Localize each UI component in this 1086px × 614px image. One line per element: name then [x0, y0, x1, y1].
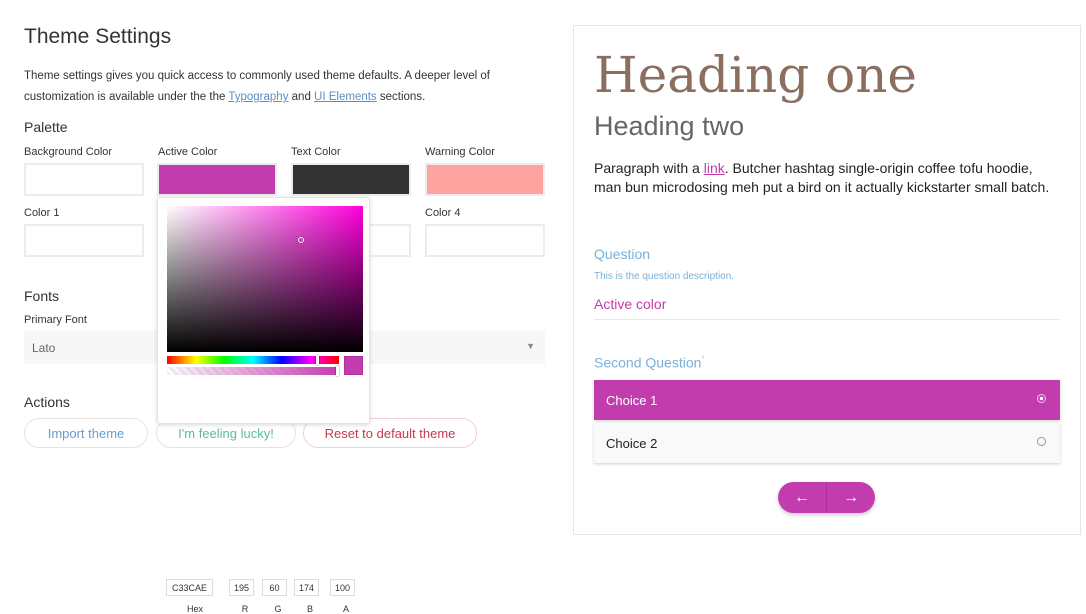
color-4-swatch[interactable]	[425, 224, 545, 257]
swatch-label: Active Color	[158, 146, 218, 158]
fonts-heading: Fonts	[24, 288, 60, 304]
palette-heading: Palette	[24, 119, 68, 135]
r-label: R	[241, 604, 249, 614]
preview-paragraph: Paragraph with a link. Butcher hashtag s…	[594, 159, 1054, 197]
active-color-swatch[interactable]	[157, 163, 277, 196]
second-question-title: Second Question*	[594, 354, 705, 371]
swatch-label: Warning Color	[425, 146, 495, 158]
swatch-label: Text Color	[291, 146, 341, 158]
question-description: This is the question description.	[594, 271, 735, 282]
choice-label: Choice 1	[606, 393, 658, 408]
radio-unselected-icon[interactable]	[1037, 437, 1046, 446]
color-picker-popover: C33CAE 195 60 174 100 Hex R G B A	[157, 197, 370, 614]
paragraph-link[interactable]: link	[704, 160, 725, 176]
alpha-slider[interactable]	[167, 366, 339, 376]
saturation-area[interactable]	[167, 206, 363, 352]
primary-font-label: Primary Font	[24, 314, 87, 326]
hex-label: Hex	[186, 604, 203, 614]
theme-preview-panel: Heading one Heading two Paragraph with a…	[573, 25, 1081, 535]
arrow-right-icon[interactable]: →	[827, 482, 875, 513]
typography-link[interactable]: Typography	[228, 91, 288, 103]
b-input[interactable]: 174	[294, 579, 319, 596]
page-title: Theme Settings	[24, 25, 172, 48]
color-preview-swatch	[344, 356, 363, 375]
primary-font-value: Lato	[32, 341, 56, 355]
r-input[interactable]: 195	[229, 579, 254, 596]
a-label: A	[342, 604, 349, 614]
ui-elements-link[interactable]: UI Elements	[314, 91, 377, 103]
import-theme-button[interactable]: Import theme	[24, 418, 148, 448]
intro-text: Theme settings gives you quick access to…	[24, 66, 544, 108]
actions-heading: Actions	[24, 394, 70, 410]
radio-selected-icon[interactable]	[1037, 394, 1046, 403]
choice-label: Choice 2	[606, 436, 658, 451]
question-title: Question	[594, 246, 651, 262]
color-1-swatch[interactable]	[24, 224, 144, 257]
swatch-label: Color 4	[425, 207, 461, 219]
warning-color-swatch[interactable]	[425, 163, 545, 196]
alpha-handle[interactable]	[336, 366, 339, 376]
intro-text-part: and	[288, 91, 315, 103]
swatch-label: Background Color	[24, 146, 113, 158]
b-label: B	[306, 604, 313, 614]
second-question-text: Second Question	[594, 354, 702, 371]
paragraph-text: Paragraph with a	[594, 160, 704, 176]
hue-handle[interactable]	[316, 355, 319, 365]
arrow-left-icon[interactable]: ←	[778, 482, 827, 513]
choice-1[interactable]: Choice 1	[594, 380, 1060, 420]
saturation-handle[interactable]	[298, 237, 304, 243]
nav-buttons: ← →	[778, 482, 875, 513]
text-color-swatch[interactable]	[291, 163, 411, 196]
heading-two: Heading two	[594, 111, 745, 141]
a-input[interactable]: 100	[330, 579, 355, 596]
hue-slider[interactable]	[167, 355, 339, 365]
g-label: G	[274, 604, 282, 614]
heading-one: Heading one	[594, 46, 917, 104]
intro-text-part: sections.	[376, 91, 426, 103]
chevron-down-icon: ▼	[526, 341, 535, 351]
swatch-label: Color 1	[24, 207, 60, 219]
choice-2[interactable]: Choice 2	[594, 423, 1060, 463]
hex-input[interactable]: C33CAE	[166, 579, 213, 596]
required-mark: *	[701, 354, 705, 364]
answer-input[interactable]: Active color	[594, 296, 1059, 320]
g-input[interactable]: 60	[262, 579, 287, 596]
background-color-swatch[interactable]	[24, 163, 144, 196]
